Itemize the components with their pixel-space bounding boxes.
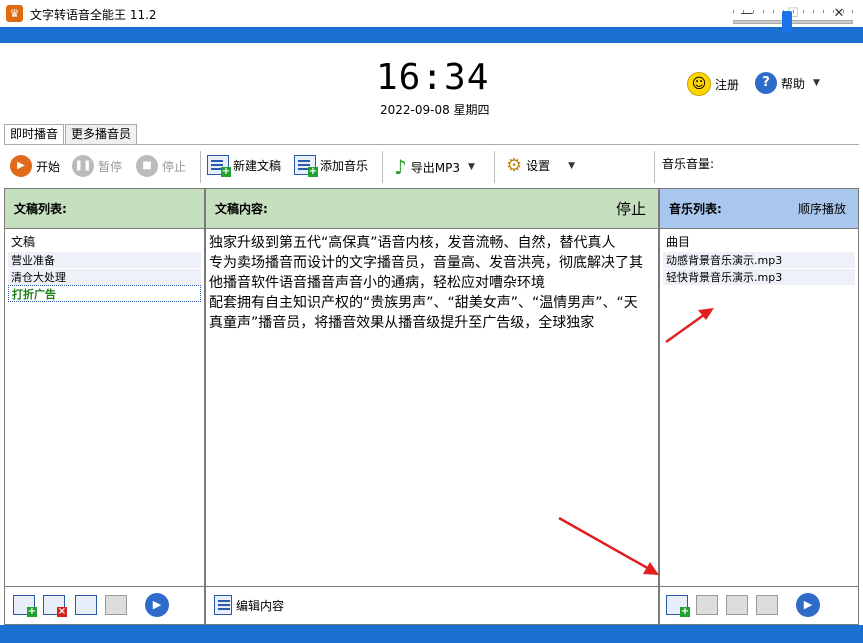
document-content-title: 文稿内容: <box>215 202 268 216</box>
bottom-accent-strip <box>0 625 863 643</box>
help-label: 帮助 <box>781 76 806 91</box>
chevron-down-icon[interactable]: ▼ <box>813 78 820 88</box>
settings-button[interactable]: ⚙ 设置 ▼ <box>506 155 575 176</box>
move-up-icon[interactable] <box>75 595 97 615</box>
music-volume-label: 音乐音量: <box>662 157 715 171</box>
add-music-icon[interactable]: + <box>666 595 690 617</box>
pause-label: 暂停 <box>98 159 123 174</box>
move-up-icon[interactable] <box>726 595 748 615</box>
music-volume-slider[interactable] <box>733 20 853 24</box>
pause-button[interactable]: ❚❚ 暂停 <box>72 155 122 177</box>
document-list-header: 文稿列表: <box>5 189 204 229</box>
new-document-label: 新建文稿 <box>233 158 282 173</box>
help-button[interactable]: ? 帮助 ▼ <box>755 72 820 94</box>
play-music-icon[interactable]: ▶ <box>796 593 820 617</box>
add-music-button[interactable]: + 添加音乐 <box>294 155 369 177</box>
register-button[interactable]: ☺ 注册 <box>687 72 739 96</box>
music-volume-thumb[interactable] <box>782 11 792 33</box>
tab-more-announcers[interactable]: 更多播音员 <box>65 124 138 144</box>
delete-document-icon[interactable]: × <box>43 595 67 617</box>
delete-music-icon[interactable] <box>696 595 718 615</box>
document-list: 文稿 营业准备 清仓大处理 打折广告 <box>8 234 201 302</box>
settings-icon: ⚙ <box>506 155 523 176</box>
music-list-title: 音乐列表: <box>669 202 722 216</box>
add-document-icon[interactable]: + <box>13 595 37 617</box>
settings-label: 设置 <box>526 159 551 173</box>
export-mp3-button[interactable]: ♪ 导出MP3 ▼ <box>394 155 475 179</box>
list-item[interactable]: 打折广告 <box>8 285 201 302</box>
new-document-button[interactable]: + 新建文稿 <box>207 155 282 177</box>
crown-icon: ♛ <box>6 5 23 22</box>
start-button[interactable]: ▶ 开始 <box>10 155 60 177</box>
play-icon: ▶ <box>10 155 32 177</box>
add-music-label: 添加音乐 <box>320 158 369 173</box>
register-label: 注册 <box>715 77 740 92</box>
new-document-icon: + <box>207 155 231 177</box>
music-note-icon: ♪ <box>394 155 407 179</box>
toolbar: ▶ 开始 ❚❚ 暂停 ■ 停止 + 新建文稿 + 添加音乐 ♪ 导出MP3 ▼ … <box>4 144 859 188</box>
smiley-icon: ☺ <box>687 72 711 96</box>
list-item[interactable]: 轻快背景音乐演示.mp3 <box>663 268 855 285</box>
playback-status: 停止 <box>615 200 646 218</box>
start-label: 开始 <box>36 159 61 174</box>
list-item[interactable]: 营业准备 <box>8 251 201 268</box>
header: 16:34 2022-09-08 星期四 ☺ 注册 ? 帮助 ▼ <box>0 43 863 125</box>
move-down-icon[interactable] <box>105 595 127 615</box>
window-title: 文字转语音全能王 11.2 <box>30 8 157 22</box>
play-document-icon[interactable]: ▶ <box>145 593 169 617</box>
stop-icon: ■ <box>136 155 158 177</box>
tab-instant-broadcast[interactable]: 即时播音 <box>4 124 65 145</box>
list-item[interactable]: 动感背景音乐演示.mp3 <box>663 251 855 268</box>
tab-strip: 即时播音 更多播音员 <box>4 124 138 145</box>
list-item[interactable]: 清仓大处理 <box>8 268 201 285</box>
add-music-icon: + <box>294 155 318 177</box>
move-down-icon[interactable] <box>756 595 778 615</box>
date-display: 2022-09-08 星期四 <box>380 103 490 117</box>
toolbar-separator <box>200 151 201 183</box>
content-paragraph: 专为卖场播音而设计的文字播音员，音量高、发音洪亮，彻底解决了其他播音软件语音播音… <box>209 255 643 291</box>
toolbar-separator <box>494 151 495 183</box>
edit-content-label: 编辑内容 <box>236 598 285 613</box>
chevron-down-icon[interactable]: ▼ <box>468 162 475 172</box>
stop-label: 停止 <box>162 159 187 174</box>
document-content-toolbar: 编辑内容 <box>205 587 659 625</box>
document-content-header: 文稿内容: 停止 <box>206 189 658 229</box>
edit-content-button[interactable]: 编辑内容 <box>214 595 284 615</box>
export-mp3-label: 导出MP3 <box>410 160 460 175</box>
clock-display: 16:34 <box>376 57 490 98</box>
stop-button[interactable]: ■ 停止 <box>136 155 186 177</box>
edit-document-icon <box>214 595 232 615</box>
document-list-toolbar: + × ▶ <box>4 587 205 625</box>
music-list-toolbar: + ▶ <box>659 587 859 625</box>
music-list-column: 曲目 <box>666 235 691 249</box>
music-list: 曲目 动感背景音乐演示.mp3 轻快背景音乐演示.mp3 <box>663 234 855 285</box>
content-paragraph: 配套拥有自主知识产权的“贵族男声”、“甜美女声”、“温情男声”、“天真童声”播音… <box>209 295 638 331</box>
chevron-down-icon[interactable]: ▼ <box>568 161 575 171</box>
document-content-panel: 文稿内容: 停止 独家升级到第五代“高保真”语音内核，发音流畅、自然，替代真人专… <box>205 188 659 587</box>
document-text-area[interactable]: 独家升级到第五代“高保真”语音内核，发音流畅、自然，替代真人专为卖场播音而设计的… <box>209 233 649 333</box>
document-list-column: 文稿 <box>11 235 36 249</box>
pause-icon: ❚❚ <box>72 155 94 177</box>
toolbar-separator <box>654 151 655 183</box>
play-mode-button[interactable]: 顺序播放 <box>798 189 846 229</box>
music-list-panel: 音乐列表: 顺序播放 曲目 动感背景音乐演示.mp3 轻快背景音乐演示.mp3 <box>659 188 859 587</box>
document-list-panel: 文稿列表: 文稿 营业准备 清仓大处理 打折广告 <box>4 188 205 587</box>
help-icon: ? <box>755 72 777 94</box>
content-paragraph: 独家升级到第五代“高保真”语音内核，发音流畅、自然，替代真人 <box>209 235 616 251</box>
music-list-header: 音乐列表: 顺序播放 <box>660 189 858 229</box>
toolbar-separator <box>382 151 383 183</box>
